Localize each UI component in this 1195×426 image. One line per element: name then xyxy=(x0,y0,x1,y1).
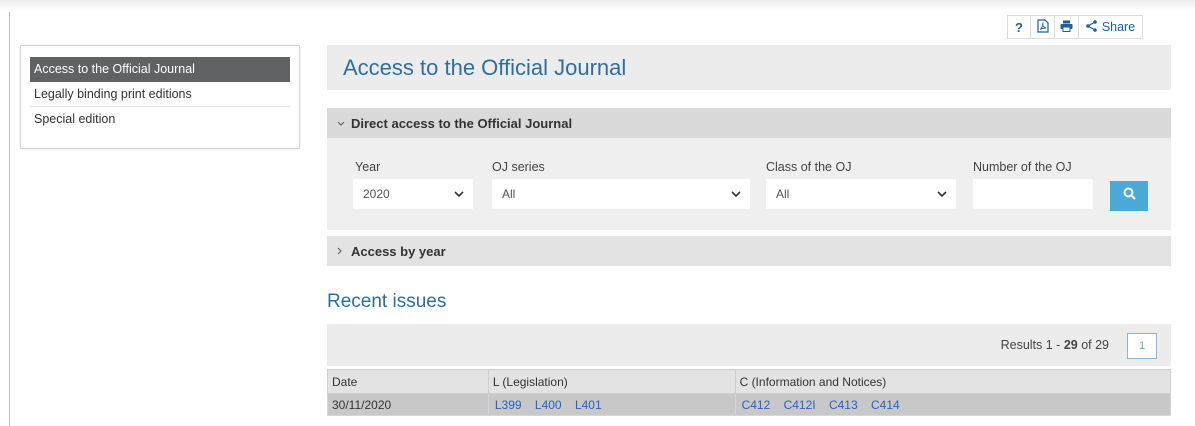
class-select[interactable]: All xyxy=(766,179,956,209)
sidebar-item-special-edition[interactable]: Special edition xyxy=(30,107,290,132)
page-number-button[interactable]: 1 xyxy=(1127,333,1157,359)
row-date: 30/11/2020 xyxy=(327,393,489,416)
left-divider xyxy=(9,12,10,426)
direct-access-header[interactable]: Direct access to the Official Journal xyxy=(327,108,1171,138)
access-by-year-heading: Access by year xyxy=(351,243,446,259)
series-label: OJ series xyxy=(492,160,545,174)
year-select[interactable]: 2020 xyxy=(353,179,473,209)
page-title-bar: Access to the Official Journal xyxy=(327,45,1171,90)
table-header-row: Date L (Legislation) C (Information and … xyxy=(327,369,1172,394)
chevron-down-icon xyxy=(936,188,948,200)
sidebar-item-print-editions[interactable]: Legally binding print editions xyxy=(30,82,290,107)
pdf-icon xyxy=(1036,18,1049,36)
recent-issues-heading: Recent issues xyxy=(327,291,447,312)
side-navigation: Access to the Official Journal Legally b… xyxy=(20,45,300,149)
year-label: Year xyxy=(355,160,381,174)
number-label: Number of the OJ xyxy=(973,160,1072,174)
page-title: Access to the Official Journal xyxy=(343,55,627,80)
class-label: Class of the OJ xyxy=(766,160,852,174)
page-toolbar: ? Share xyxy=(1007,15,1143,39)
top-shade xyxy=(0,0,1195,10)
series-value: All xyxy=(502,187,516,201)
print-icon xyxy=(1060,20,1073,35)
chevron-down-icon xyxy=(730,188,742,200)
column-header-legislation: L (Legislation) xyxy=(487,369,736,394)
column-header-date: Date xyxy=(327,369,489,394)
recent-issues-table: Date L (Legislation) C (Information and … xyxy=(327,369,1172,416)
share-button[interactable]: Share xyxy=(1079,15,1143,39)
issue-link-l400[interactable]: L400 xyxy=(535,398,562,412)
class-value: All xyxy=(776,187,790,201)
access-by-year-header[interactable]: Access by year xyxy=(327,236,1171,266)
issue-link-c412[interactable]: C412 xyxy=(742,398,771,412)
share-label: Share xyxy=(1101,20,1136,34)
row-information-links: C412 C412I C413 C414 xyxy=(734,393,1172,416)
table-row: 30/11/2020 L399 L400 L401 C412 C412I C41… xyxy=(327,393,1172,416)
issue-link-c413[interactable]: C413 xyxy=(829,398,858,412)
pdf-button[interactable] xyxy=(1031,15,1055,39)
chevron-down-icon xyxy=(453,188,465,200)
issue-link-c414[interactable]: C414 xyxy=(871,398,900,412)
direct-access-heading: Direct access to the Official Journal xyxy=(351,115,573,131)
help-icon: ? xyxy=(1015,19,1023,35)
issue-link-l401[interactable]: L401 xyxy=(575,398,602,412)
search-button[interactable] xyxy=(1110,181,1148,211)
results-bar: Results 1 - 29 of 29 1 xyxy=(327,324,1171,366)
issue-link-l399[interactable]: L399 xyxy=(495,398,522,412)
share-icon xyxy=(1086,19,1097,35)
row-legislation-links: L399 L400 L401 xyxy=(487,393,736,416)
year-value: 2020 xyxy=(363,187,390,201)
number-input[interactable] xyxy=(973,179,1093,209)
results-count: Results 1 - 29 of 29 xyxy=(1000,338,1109,352)
issue-link-c412i[interactable]: C412I xyxy=(784,398,816,412)
series-select[interactable]: All xyxy=(492,179,750,209)
column-header-information: C (Information and Notices) xyxy=(734,369,1172,394)
sidebar-item-access-oj[interactable]: Access to the Official Journal xyxy=(30,57,290,82)
direct-access-panel: Year 2020 OJ series All Class of the OJ … xyxy=(327,138,1171,230)
search-icon xyxy=(1123,187,1136,205)
chevron-right-icon xyxy=(337,244,351,258)
print-button[interactable] xyxy=(1055,15,1079,39)
help-button[interactable]: ? xyxy=(1007,15,1031,39)
chevron-down-icon xyxy=(337,116,351,130)
